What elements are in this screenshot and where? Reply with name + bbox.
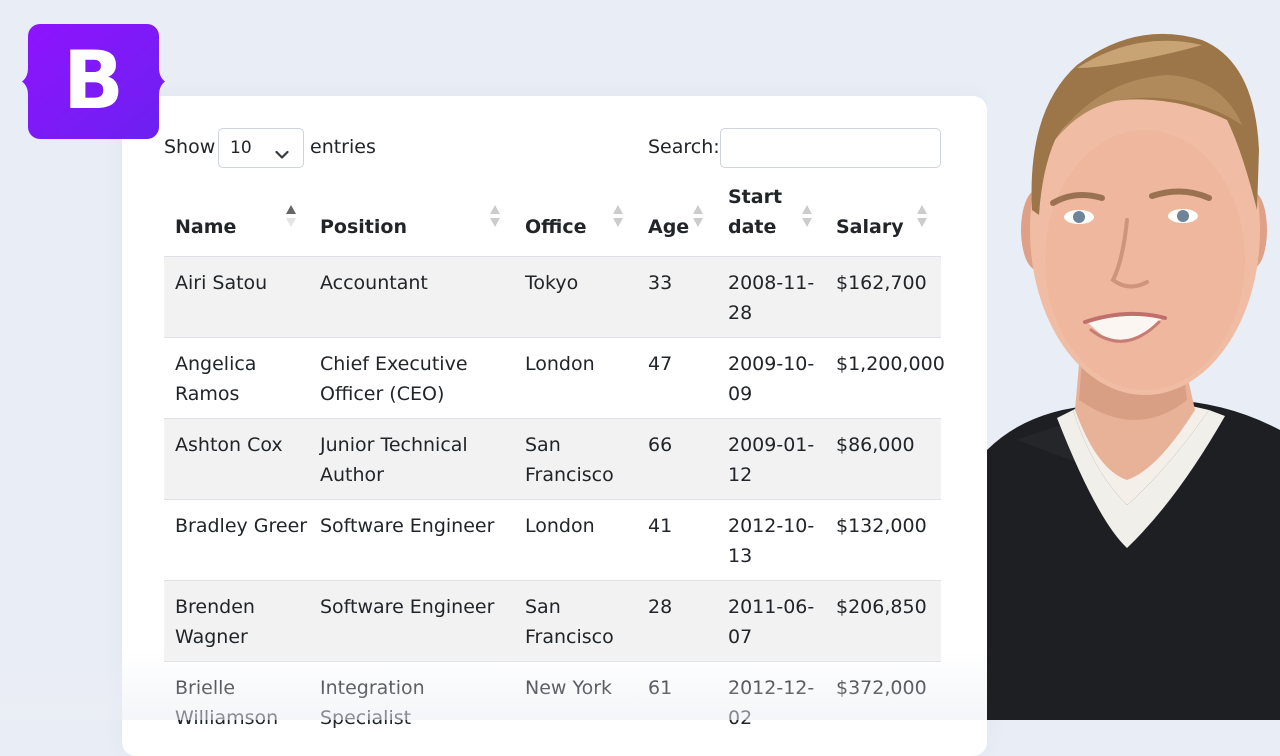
table-cell: 47 — [648, 353, 673, 375]
table-cell: 2008-11- 28 — [728, 272, 815, 324]
table-cell: Airi Satou — [175, 272, 268, 294]
table-cell: 61 — [648, 677, 673, 699]
table-row[interactable]: Ashton Cox Junior Technical Author San Fra… — [164, 418, 941, 499]
table-cell: 2012-10- 13 — [728, 515, 815, 567]
table-cell: 2011-06- 07 — [728, 596, 815, 648]
table-cell: 66 — [648, 434, 673, 456]
table-row[interactable]: Airi Satou Accountant Tokyo 33 2008-11- 28 $1… — [164, 256, 941, 337]
table-header: Name Position Office Age Start date Salary — [164, 180, 941, 256]
table-row[interactable]: Brenden Wagner Software Engineer San Franc… — [164, 580, 941, 661]
table-row[interactable]: Brielle Williamson Integration Specialist… — [164, 661, 941, 742]
table-cell: Software Engineer — [320, 596, 495, 618]
table-cell: Brenden Wagner — [175, 596, 255, 648]
logo-letter: B — [63, 34, 124, 127]
sort-icon[interactable] — [915, 204, 929, 228]
table-controls: Show 10 entries Search: — [164, 128, 941, 168]
column-header[interactable]: Salary — [836, 212, 904, 242]
sort-icon[interactable] — [284, 204, 298, 228]
bootstrap-logo: B — [22, 24, 165, 139]
table-cell: Chief Executive Officer (CEO) — [320, 353, 468, 405]
column-header[interactable]: Age — [648, 212, 689, 242]
data-table: Name Position Office Age Start date Salary Ai… — [164, 180, 945, 742]
table-cell: 2009-10- 09 — [728, 353, 815, 405]
table-cell: $132,000 — [836, 515, 927, 537]
table-row[interactable]: Bradley Greer Software Engineer London 41 20… — [164, 499, 941, 580]
table-cell: Software Engineer — [320, 515, 495, 537]
table-cell: 41 — [648, 515, 673, 537]
column-header[interactable]: Name — [175, 212, 236, 242]
table-cell: $86,000 — [836, 434, 915, 456]
column-header[interactable]: Office — [525, 212, 587, 242]
search-label: Search: — [648, 136, 720, 158]
table-cell: $372,000 — [836, 677, 927, 699]
entries-label: entries — [310, 136, 376, 158]
table-cell: Brielle Williamson — [175, 677, 279, 729]
table-cell: 33 — [648, 272, 673, 294]
page-length-value: 10 — [230, 138, 252, 158]
table-body: Airi Satou Accountant Tokyo 33 2008-11- 28 $1… — [164, 256, 945, 742]
table-cell: Angelica Ramos — [175, 353, 257, 405]
page-length-select[interactable]: 10 — [218, 128, 304, 168]
table-cell: Ashton Cox — [175, 434, 283, 456]
table-cell: $1,200,000 — [836, 353, 945, 375]
table-cell: London — [525, 353, 595, 375]
chevron-down-icon — [275, 143, 289, 165]
table-cell: Integration Specialist — [320, 677, 425, 729]
table-cell: Bradley Greer — [175, 515, 308, 537]
sort-icon[interactable] — [691, 204, 705, 228]
table-cell: 2012-12- 02 — [728, 677, 815, 729]
table-cell: 28 — [648, 596, 673, 618]
sort-icon[interactable] — [611, 204, 625, 228]
table-cell: San Francisco — [525, 434, 614, 486]
table-cell: New York — [525, 677, 613, 699]
show-label: Show — [164, 136, 216, 158]
table-cell: Accountant — [320, 272, 428, 294]
table-cell: San Francisco — [525, 596, 614, 648]
table-cell: Tokyo — [525, 272, 579, 294]
table-cell: $206,850 — [836, 596, 927, 618]
table-cell: $162,700 — [836, 272, 927, 294]
search-input[interactable] — [720, 128, 941, 168]
table-cell: 2009-01- 12 — [728, 434, 815, 486]
presenter-photo — [987, 0, 1280, 720]
column-header[interactable]: Position — [320, 212, 407, 242]
table-row[interactable]: Angelica Ramos Chief Executive Officer (C… — [164, 337, 945, 418]
table-cell: Junior Technical Author — [320, 434, 468, 486]
table-cell: London — [525, 515, 595, 537]
sort-icon[interactable] — [800, 204, 814, 228]
column-header[interactable]: Start date — [728, 182, 782, 242]
sort-icon[interactable] — [488, 204, 502, 228]
